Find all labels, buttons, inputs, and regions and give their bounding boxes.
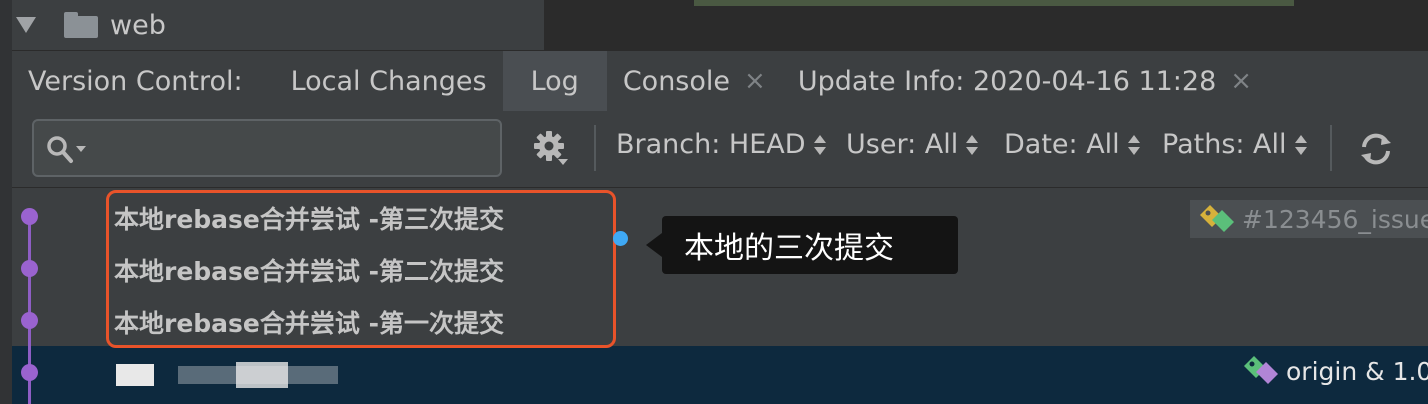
filter-label: Date: All — [1004, 129, 1120, 160]
date-filter[interactable]: Date: All — [1004, 129, 1140, 160]
commit-node — [21, 364, 38, 381]
search-icon[interactable] — [46, 135, 90, 165]
annotation-text: 本地的三次提交 — [684, 231, 894, 266]
tab-label: Console — [622, 65, 731, 97]
close-icon[interactable]: × — [744, 66, 766, 96]
tab-label: Log — [530, 65, 579, 97]
log-toolbar: Branch: HEAD User: All Date: All Paths: … — [12, 111, 1428, 188]
folder-name: web — [110, 9, 166, 41]
annotation-dot — [613, 231, 628, 246]
user-filter[interactable]: User: All — [846, 129, 979, 160]
branch-filter[interactable]: Branch: HEAD — [616, 129, 826, 160]
tab-update-info[interactable]: Update Info: 2020-04-16 11:28 × — [782, 51, 1268, 111]
tag-label: origin & 1.0 — [1286, 356, 1428, 386]
tab-log[interactable]: Log — [502, 51, 607, 111]
redacted-text — [236, 362, 288, 388]
dropdown-arrows-icon — [966, 133, 979, 157]
editor-area-edge — [544, 0, 1428, 50]
commit-log: origin & 1.0 本地rebase合并尝试 -第三次提交 #123456… — [12, 188, 1428, 404]
annotation-callout: 本地的三次提交 — [646, 216, 958, 274]
refresh-icon[interactable] — [1358, 131, 1394, 167]
redacted-text — [116, 364, 154, 386]
gear-icon[interactable] — [534, 131, 570, 167]
search-input[interactable] — [32, 119, 502, 177]
version-control-label: Version Control: — [28, 65, 243, 97]
issue-tag: #123456_issue — [1190, 200, 1428, 238]
filter-label: Branch: HEAD — [616, 129, 806, 160]
tag-label: #123456_issue — [1242, 204, 1428, 234]
dropdown-arrows-icon — [1294, 133, 1307, 157]
tag-icon — [1200, 205, 1234, 232]
tab-label: Update Info: 2020-04-16 11:28 — [797, 65, 1217, 97]
tab-label: Local Changes — [290, 65, 487, 97]
highlight-annotation-box — [106, 190, 616, 348]
tab-local-changes[interactable]: Local Changes — [275, 51, 503, 111]
folder-icon — [64, 12, 98, 38]
close-icon[interactable]: × — [1230, 66, 1252, 96]
version-control-tab-bar: Version Control: Local Changes Log Conso… — [12, 50, 1428, 112]
paths-filter[interactable]: Paths: All — [1162, 129, 1307, 160]
filter-label: User: All — [846, 129, 959, 160]
selected-commit-row[interactable]: origin & 1.0 — [12, 346, 1428, 404]
branch-tag: origin & 1.0 — [1242, 356, 1428, 386]
tab-console[interactable]: Console × — [607, 51, 782, 111]
filter-label: Paths: All — [1162, 129, 1287, 160]
dropdown-arrows-icon — [813, 133, 826, 157]
expand-arrow-icon[interactable] — [16, 17, 36, 33]
dropdown-arrows-icon — [1127, 133, 1140, 157]
project-tree-row[interactable]: web — [12, 0, 544, 50]
tag-icon — [1244, 356, 1278, 384]
